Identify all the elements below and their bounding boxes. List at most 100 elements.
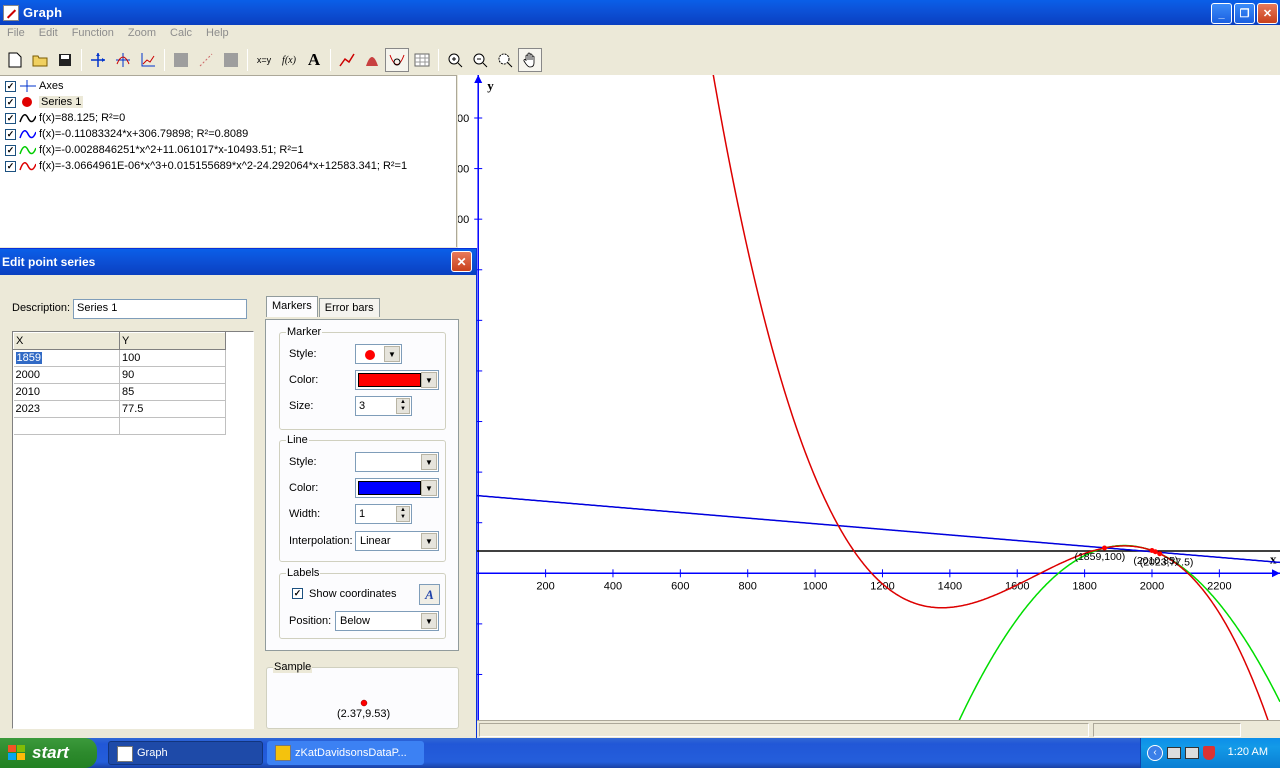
evaluate-button[interactable]: f(x)	[277, 48, 301, 72]
menu-bar: File Edit Function Zoom Calc Help	[0, 25, 1280, 44]
start-button[interactable]: start	[0, 738, 97, 768]
graph-app-icon	[117, 746, 133, 762]
trace-icon[interactable]	[385, 48, 409, 72]
label-position-select[interactable]: Below ▼	[335, 611, 439, 631]
zoom-window-icon[interactable]	[493, 48, 517, 72]
zoom-out-icon[interactable]	[468, 48, 492, 72]
disabled-tangent-icon	[219, 48, 243, 72]
axes-checkbox[interactable]: ✓	[5, 80, 16, 92]
disabled-relation-icon	[194, 48, 218, 72]
line-color-label: Color:	[289, 482, 319, 494]
function-label: f(x)=-0.0028846251*x^2+11.061017*x-10493…	[39, 144, 304, 156]
disabled-shade-icon	[169, 48, 193, 72]
save-disk-icon[interactable]	[53, 48, 77, 72]
taskbar-item-document[interactable]: zKatDavidsonsDataP...	[267, 741, 424, 765]
marker-style-select[interactable]: ▼	[355, 344, 402, 364]
close-button[interactable]: ✕	[1257, 3, 1278, 24]
chevron-left-icon[interactable]: ‹	[1147, 745, 1163, 761]
spin-arrows-icon[interactable]: ▲ ▼	[396, 506, 410, 522]
quadratic-trendline	[937, 544, 1280, 768]
graph-canvas[interactable]: y x 200 400 600 800 1000 1200 1400 1600 1800 2000 22…	[445, 26, 1280, 768]
menu-help[interactable]: Help	[199, 25, 236, 44]
menu-edit[interactable]: Edit	[32, 25, 65, 44]
function-checkbox[interactable]: ✓	[5, 160, 16, 172]
menu-file[interactable]: File	[0, 25, 32, 44]
tab-strip: Markers Error bars	[266, 296, 381, 317]
function-checkbox[interactable]: ✓	[5, 144, 16, 156]
spin-arrows-icon[interactable]: ▲ ▼	[396, 398, 410, 414]
show-coordinates-checkbox[interactable]: ✓	[292, 588, 303, 599]
line-width-stepper[interactable]: 1 ▲ ▼	[355, 504, 412, 524]
system-tray: ‹ 1:20 AM	[1140, 738, 1280, 768]
trendline-icon[interactable]	[335, 48, 359, 72]
line-color-swatch	[358, 481, 421, 495]
x-cell[interactable]	[13, 417, 120, 435]
y-cell[interactable]	[119, 417, 226, 435]
table-row: 2010 85	[13, 383, 226, 401]
description-input[interactable]: Series 1	[73, 299, 247, 319]
minimize-button[interactable]: _	[1211, 3, 1232, 24]
table-row: 2023 77.5	[13, 400, 226, 418]
plot-svg[interactable]: yx200 400 600 800 1000 1200 1400 1600 1800 2000 22…	[445, 26, 1280, 768]
marker-color-select[interactable]: ▼	[355, 370, 439, 390]
tab-markers[interactable]: Markers	[266, 296, 318, 317]
menu-zoom[interactable]: Zoom	[121, 25, 163, 44]
x-cell[interactable]: 2010	[13, 383, 120, 401]
point-coordinate-label: (2023,77.5)	[1140, 557, 1194, 569]
y-cell[interactable]: 77.5	[119, 400, 226, 418]
table-icon[interactable]	[410, 48, 434, 72]
function-row-constant[interactable]: ✓ f(x)=88.125; R²=0	[0, 110, 456, 126]
network-icon[interactable]	[1167, 747, 1181, 759]
dialog-close-button[interactable]: ✕	[451, 251, 472, 272]
axes-icon[interactable]	[86, 48, 110, 72]
line-style-select[interactable]: ▼	[355, 452, 439, 472]
function-row-cubic[interactable]: ✓ f(x)=-3.0664961E-06*x^3+0.015155689*x^…	[0, 158, 456, 174]
function-checkbox[interactable]: ✓	[5, 112, 16, 124]
network-icon[interactable]	[1185, 747, 1199, 759]
function-row-axes[interactable]: ✓ Axes	[0, 78, 456, 94]
zoom-in-icon[interactable]	[443, 48, 467, 72]
y-cell[interactable]: 90	[119, 366, 226, 384]
menu-calc[interactable]: Calc	[163, 25, 199, 44]
function-row-quadratic[interactable]: ✓ f(x)=-0.0028846251*x^2+11.061017*x-104…	[0, 142, 456, 158]
x-cell[interactable]: 2023	[13, 400, 120, 418]
column-header-y: Y	[119, 332, 226, 350]
line-width-value: 1	[359, 508, 366, 520]
function-row-series[interactable]: ✓ Series 1	[0, 94, 456, 110]
y-cell[interactable]: 85	[119, 383, 226, 401]
line-color-select[interactable]: ▼	[355, 478, 439, 498]
x-tick-label: 2200	[1207, 580, 1231, 592]
area-icon[interactable]	[360, 48, 384, 72]
tab-error-bars[interactable]: Error bars	[318, 298, 380, 317]
move-hand-icon[interactable]	[518, 48, 542, 72]
marker-size-stepper[interactable]: 3 ▲ ▼	[355, 396, 412, 416]
taskbar-item-graph[interactable]: Graph	[108, 741, 263, 765]
x-axis-label: x	[1270, 551, 1277, 566]
y-tick-label: 1600	[458, 164, 469, 176]
function-row-linear[interactable]: ✓ f(x)=-0.11083324*x+306.79898; R²=0.808…	[0, 126, 456, 142]
edit-point-series-dialog: Edit point series ✕ Description: Series …	[0, 248, 477, 740]
new-file-icon[interactable]	[3, 48, 27, 72]
markers-tab-panel: Marker Style: ▼ Color: ▼ Size: 3 ▲ ▼ Line…	[265, 319, 459, 651]
function-checkbox[interactable]: ✓	[5, 128, 16, 140]
y-cell[interactable]: 100	[119, 349, 226, 367]
label-button[interactable]: x=y	[252, 48, 276, 72]
insert-point-series-icon[interactable]	[136, 48, 160, 72]
x-cell[interactable]: 1859	[13, 349, 120, 367]
x-tick-label: 200	[536, 580, 554, 592]
insert-text-button[interactable]: A	[302, 48, 326, 72]
interpolation-label: Interpolation:	[289, 535, 353, 547]
security-shield-icon[interactable]	[1203, 746, 1215, 760]
interpolation-select[interactable]: Linear ▼	[355, 531, 439, 551]
restore-button[interactable]: ❐	[1234, 3, 1255, 24]
insert-function-icon[interactable]	[111, 48, 135, 72]
cubic-trendline	[704, 26, 1280, 757]
font-button-icon[interactable]: A	[419, 584, 440, 605]
menu-function[interactable]: Function	[65, 25, 121, 44]
status-bar	[477, 720, 1280, 738]
open-folder-icon[interactable]	[28, 48, 52, 72]
x-tick-label: 1800	[1072, 580, 1096, 592]
function-label: f(x)=-3.0664961E-06*x^3+0.015155689*x^2-…	[39, 160, 408, 172]
series-checkbox[interactable]: ✓	[5, 96, 16, 108]
x-cell[interactable]: 2000	[13, 366, 120, 384]
